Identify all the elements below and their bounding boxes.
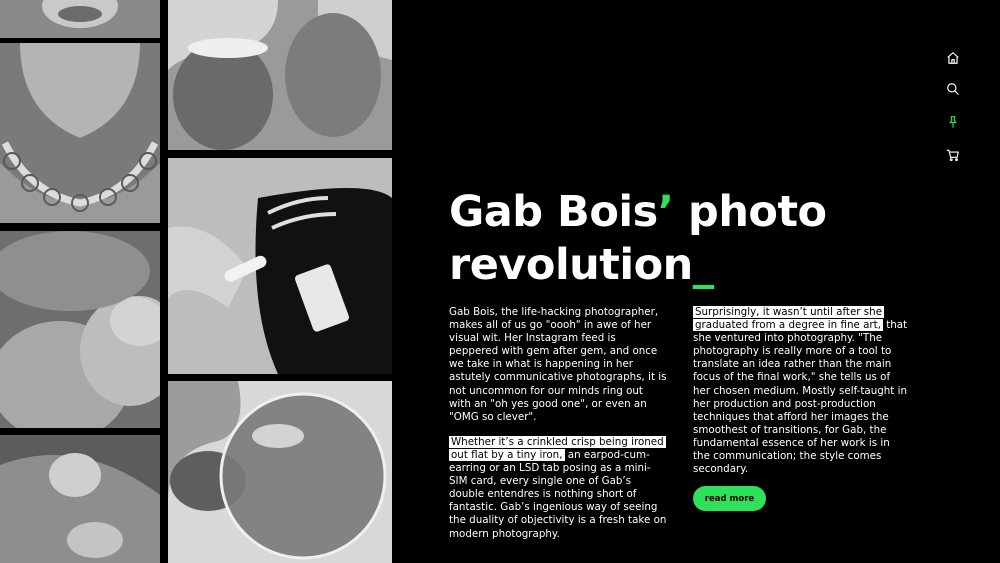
read-more-button[interactable]: read more <box>693 486 766 511</box>
photo-pretzel-necklace[interactable] <box>0 43 160 223</box>
cart-icon[interactable] <box>944 146 962 164</box>
article-column-right: Surprisingly, it wasn’t until after she … <box>693 306 909 488</box>
photo-grid <box>0 0 392 563</box>
paragraph-examples: Whether it’s a crinkled crisp being iron… <box>449 435 667 540</box>
photo-knee[interactable] <box>0 435 160 563</box>
highlighted-sentence: Surprisingly, it wasn’t until after she … <box>693 306 885 332</box>
photo-bubble-lips[interactable] <box>168 381 392 563</box>
search-icon[interactable] <box>944 80 962 98</box>
title-apostrophe: ’ <box>657 187 674 237</box>
article-title: Gab Bois’ photo revolution_ <box>449 187 827 290</box>
photo-tongues[interactable] <box>168 0 392 150</box>
photo-adidas-whiteout[interactable] <box>168 158 392 374</box>
article-column-left: Gab Bois, the life-hacking photographer,… <box>449 306 667 553</box>
title-cursor: _ <box>692 240 715 290</box>
photo-glitter-body[interactable] <box>0 231 160 428</box>
pin-icon[interactable] <box>944 113 962 131</box>
home-icon[interactable] <box>944 49 962 67</box>
photo-chin[interactable] <box>0 0 160 38</box>
paragraph-intro: Gab Bois, the life-hacking photographer,… <box>449 306 667 423</box>
paragraph-background: Surprisingly, it wasn’t until after she … <box>693 306 908 476</box>
